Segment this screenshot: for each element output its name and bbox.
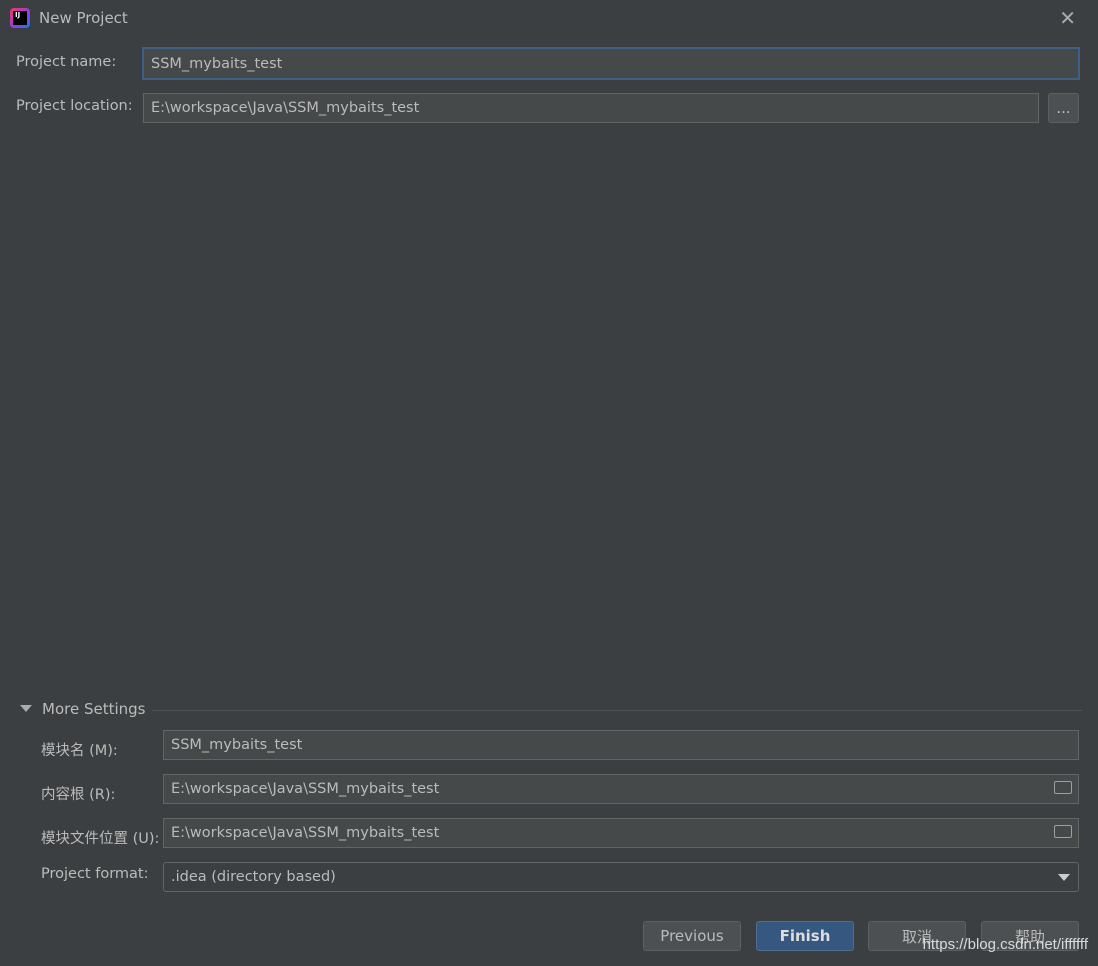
- section-divider: [152, 710, 1082, 711]
- finish-button[interactable]: Finish: [756, 921, 854, 951]
- collapse-triangle-icon[interactable]: [20, 705, 32, 712]
- project-format-value: .idea (directory based): [171, 869, 336, 885]
- project-name-label: Project name:: [16, 54, 117, 70]
- dialog-title: New Project: [39, 9, 128, 27]
- content-root-value: E:\workspace\Java\SSM_mybaits_test: [171, 781, 440, 797]
- close-icon[interactable]: ✕: [1059, 6, 1076, 30]
- content-root-input[interactable]: E:\workspace\Java\SSM_mybaits_test: [163, 774, 1079, 804]
- chevron-down-icon: [1058, 874, 1070, 881]
- module-file-label: 模块文件位置 (U):: [41, 831, 160, 847]
- previous-button[interactable]: Previous: [643, 921, 741, 951]
- project-format-label: Project format:: [41, 866, 149, 882]
- project-name-input[interactable]: SSM_mybaits_test: [142, 47, 1080, 80]
- project-name-value: SSM_mybaits_test: [151, 55, 283, 72]
- more-settings-toggle[interactable]: More Settings: [42, 700, 145, 718]
- project-format-dropdown[interactable]: .idea (directory based): [163, 862, 1079, 892]
- intellij-logo-icon: IJ: [10, 8, 30, 28]
- content-root-label: 内容根 (R):: [41, 787, 116, 803]
- project-location-value: E:\workspace\Java\SSM_mybaits_test: [151, 100, 420, 116]
- module-name-input[interactable]: SSM_mybaits_test: [163, 730, 1079, 760]
- module-name-label: 模块名 (M):: [41, 743, 118, 759]
- module-file-input[interactable]: E:\workspace\Java\SSM_mybaits_test: [163, 818, 1079, 848]
- project-location-label: Project location:: [16, 98, 133, 114]
- project-location-input[interactable]: E:\workspace\Java\SSM_mybaits_test: [143, 93, 1039, 123]
- module-name-value: SSM_mybaits_test: [171, 737, 303, 753]
- watermark: https://blog.csdn.net/iffffff: [922, 936, 1088, 953]
- folder-icon[interactable]: [1054, 825, 1072, 838]
- module-file-value: E:\workspace\Java\SSM_mybaits_test: [171, 825, 440, 841]
- browse-button[interactable]: ...: [1048, 93, 1079, 123]
- folder-icon[interactable]: [1054, 781, 1072, 794]
